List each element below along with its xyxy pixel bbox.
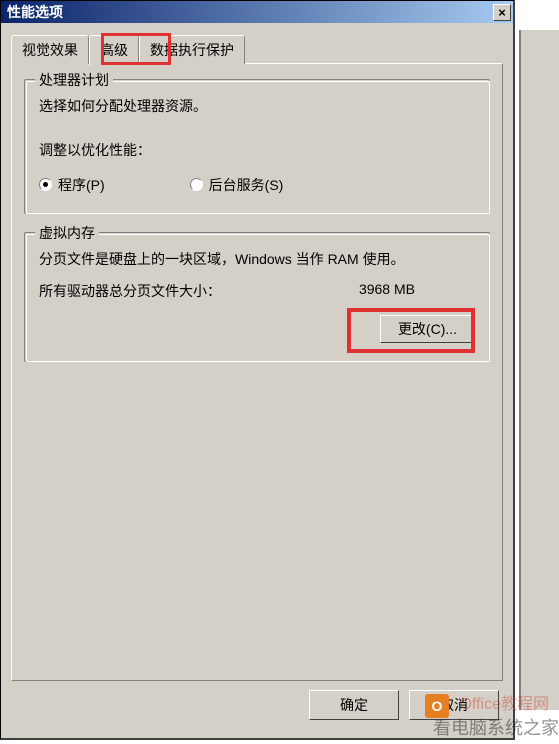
tabs-container: 视觉效果 高级 数据执行保护 处理器计划 选择如何分配处理器资源。 调整以优化性… (1, 23, 513, 682)
tab-visual-effects[interactable]: 视觉效果 (11, 35, 89, 64)
tab-content-advanced: 处理器计划 选择如何分配处理器资源。 调整以优化性能： 程序(P) 后台服务(S… (11, 63, 503, 681)
adjust-label: 调整以优化性能： (39, 139, 475, 163)
change-button[interactable]: 更改(C)... (380, 315, 475, 343)
radio-programs-label: 程序(P) (58, 175, 105, 195)
titlebar: 性能选项 × (1, 1, 513, 23)
radio-programs[interactable]: 程序(P) (39, 175, 105, 195)
radio-icon (190, 178, 203, 191)
close-icon: × (498, 5, 506, 20)
vm-desc: 分页文件是硬盘上的一块区域，Windows 当作 RAM 使用。 (39, 248, 475, 272)
adjacent-window-edge (519, 30, 559, 710)
radio-background-label: 后台服务(S) (209, 175, 284, 195)
processor-desc: 选择如何分配处理器资源。 (39, 95, 475, 119)
cancel-button[interactable]: 取消 (409, 690, 499, 720)
close-button[interactable]: × (493, 4, 511, 21)
processor-scheduling-group: 处理器计划 选择如何分配处理器资源。 调整以优化性能： 程序(P) 后台服务(S… (24, 79, 490, 214)
vm-total-label: 所有驱动器总分页文件大小： (39, 281, 221, 301)
tab-dep[interactable]: 数据执行保护 (139, 35, 245, 64)
window-title: 性能选项 (3, 2, 63, 22)
performance-options-window: 性能选项 × 视觉效果 高级 数据执行保护 处理器计划 选择如何分配处理器资源。… (0, 0, 515, 740)
vm-legend: 虚拟内存 (35, 223, 99, 243)
ok-button[interactable]: 确定 (309, 690, 399, 720)
vm-total-value: 3968 MB (359, 281, 415, 301)
virtual-memory-group: 虚拟内存 分页文件是硬盘上的一块区域，Windows 当作 RAM 使用。 所有… (24, 232, 490, 363)
radio-background-services[interactable]: 后台服务(S) (190, 175, 284, 195)
processor-legend: 处理器计划 (35, 70, 113, 90)
radio-icon (39, 178, 52, 191)
dialog-button-row: 确定 取消 (1, 690, 513, 720)
tab-advanced[interactable]: 高级 (89, 35, 139, 65)
tab-strip: 视觉效果 高级 数据执行保护 (11, 35, 503, 64)
